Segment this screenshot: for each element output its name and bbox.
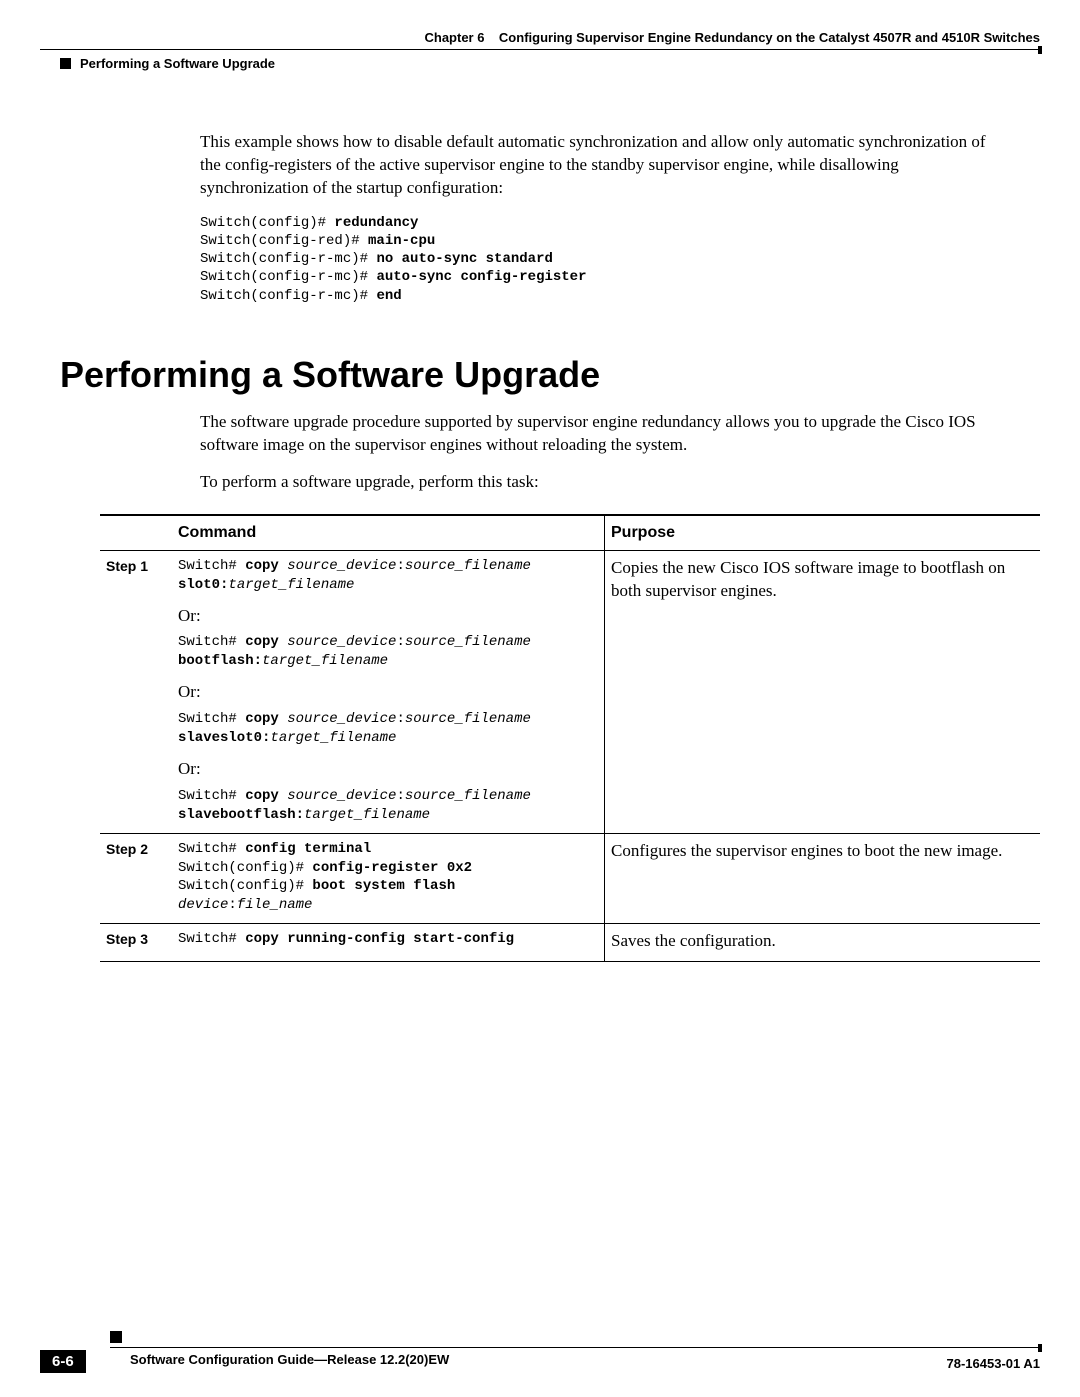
chapter-label: Chapter 6 <box>425 30 485 45</box>
section-para-1: The software upgrade procedure supported… <box>200 411 1010 457</box>
step-purpose: Configures the supervisor engines to boo… <box>605 833 1041 924</box>
header-rule <box>40 49 1040 50</box>
table-row: Step 2 Switch# config terminal Switch(co… <box>100 833 1040 924</box>
or-label: Or: <box>178 681 598 704</box>
intro-paragraph: This example shows how to disable defaul… <box>200 131 1010 200</box>
footer: Software Configuration Guide—Release 12.… <box>40 1347 1040 1367</box>
col-command: Command <box>172 515 605 550</box>
footer-rule <box>110 1347 1040 1348</box>
table-row: Step 3 Switch# copy running-config start… <box>100 924 1040 962</box>
content: This example shows how to disable defaul… <box>200 131 1010 962</box>
page: Chapter 6 Configuring Supervisor Engine … <box>0 0 1080 1397</box>
step-purpose: Copies the new Cisco IOS software image … <box>605 550 1041 833</box>
col-step <box>100 515 172 550</box>
footer-pagenum-bar: 6-6 <box>40 1350 86 1373</box>
step-purpose: Saves the configuration. <box>605 924 1041 962</box>
or-label: Or: <box>178 605 598 628</box>
step-label: Step 1 <box>100 550 172 833</box>
footer-docnum: 78-16453-01 A1 <box>947 1356 1040 1371</box>
col-purpose: Purpose <box>605 515 1041 550</box>
footer-guide-title: Software Configuration Guide—Release 12.… <box>130 1352 1040 1367</box>
header-section: Performing a Software Upgrade <box>40 56 1040 71</box>
step-command: Switch# copy running-config start-config <box>172 924 605 962</box>
step-label: Step 2 <box>100 833 172 924</box>
step-command: Switch# config terminal Switch(config)# … <box>172 833 605 924</box>
step-label: Step 3 <box>100 924 172 962</box>
step-command: Switch# copy source_device:source_filena… <box>172 550 605 833</box>
running-header: Chapter 6 Configuring Supervisor Engine … <box>40 30 1040 47</box>
code-example: Switch(config)# redundancy Switch(config… <box>200 214 1010 305</box>
section-para-2: To perform a software upgrade, perform t… <box>200 471 1010 494</box>
chapter-title: Configuring Supervisor Engine Redundancy… <box>499 30 1040 45</box>
or-label: Or: <box>178 758 598 781</box>
section-heading: Performing a Software Upgrade <box>60 351 1010 400</box>
footer-square-icon <box>110 1331 122 1343</box>
task-table: Command Purpose Step 1 Switch# copy sour… <box>100 514 1040 962</box>
page-number: 6-6 <box>40 1350 86 1373</box>
table-row: Step 1 Switch# copy source_device:source… <box>100 550 1040 833</box>
